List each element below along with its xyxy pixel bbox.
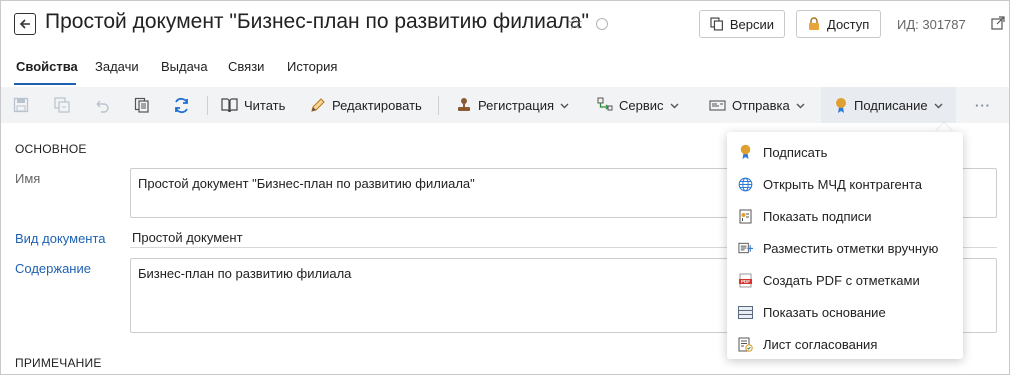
toolbar-divider xyxy=(438,96,439,115)
pencil-icon xyxy=(311,98,325,112)
menu-item-label: Показать подписи xyxy=(763,208,872,224)
tab-tasks[interactable]: Задачи xyxy=(95,59,139,74)
globe-icon xyxy=(738,177,753,192)
section-note-title: ПРИМЕЧАНИЕ xyxy=(15,356,102,370)
menu-item-sign[interactable]: Подписать xyxy=(727,136,963,168)
save-button[interactable] xyxy=(13,87,29,123)
copy-button[interactable] xyxy=(134,87,150,123)
name-value: Простой документ "Бизнес-план по развити… xyxy=(138,176,475,191)
tab-properties[interactable]: Свойства xyxy=(16,59,78,74)
lock-icon xyxy=(809,17,819,30)
edit-button[interactable]: Редактировать xyxy=(310,87,422,123)
menu-item-open-mchd[interactable]: Открыть МЧД контрагента xyxy=(727,168,963,200)
approval-sheet-icon xyxy=(738,337,753,352)
service-menu-button[interactable]: Сервис xyxy=(597,87,679,123)
place-marks-icon xyxy=(738,241,753,256)
edit-label: Редактировать xyxy=(332,97,422,113)
menu-item-label: Создать PDF с отметками xyxy=(763,272,920,288)
more-actions-button[interactable]: ··· xyxy=(975,87,991,123)
toolbar: Читать Редактировать Регистрация Сервис … xyxy=(1,87,1009,123)
tab-history[interactable]: История xyxy=(287,59,337,74)
stamp-icon xyxy=(458,98,470,111)
tab-bar: Свойства Задачи Выдача Связи История xyxy=(1,55,1009,85)
svg-text:PDF: PDF xyxy=(741,279,750,284)
toolbar-divider xyxy=(207,96,208,115)
tab-links[interactable]: Связи xyxy=(228,59,264,74)
read-label: Читать xyxy=(244,97,286,113)
copy-icon xyxy=(134,97,149,113)
undo-icon xyxy=(96,100,109,113)
access-label: Доступ xyxy=(827,16,870,32)
medal-icon xyxy=(836,97,846,113)
signing-label: Подписание xyxy=(854,97,928,113)
menu-item-label: Открыть МЧД контрагента xyxy=(763,176,922,192)
menu-item-label: Показать основание xyxy=(763,304,886,320)
section-main-title: ОСНОВНОЕ xyxy=(15,142,87,156)
document-lines-icon xyxy=(738,305,753,320)
pdf-icon: PDF xyxy=(738,273,753,288)
menu-item-place-marks[interactable]: Разместить отметки вручную xyxy=(727,232,963,264)
menu-item-approval-sheet[interactable]: Лист согласования xyxy=(727,328,963,360)
signature-certificate-icon xyxy=(738,209,753,224)
page-title: Простой документ "Бизнес-план по развити… xyxy=(45,10,589,33)
header: Простой документ "Бизнес-план по развити… xyxy=(1,1,1009,49)
document-card-window: Простой документ "Бизнес-план по развити… xyxy=(0,0,1010,375)
tab-issuance[interactable]: Выдача xyxy=(161,59,208,74)
name-label: Имя xyxy=(15,171,41,186)
service-flow-icon xyxy=(597,97,613,111)
content-label[interactable]: Содержание xyxy=(15,261,91,276)
refresh-icon xyxy=(175,97,188,113)
status-circle-icon[interactable] xyxy=(596,18,608,30)
back-button[interactable] xyxy=(14,13,36,35)
chevron-down-icon xyxy=(934,103,943,108)
versions-icon xyxy=(710,17,723,31)
versions-button[interactable]: Версии xyxy=(699,10,785,38)
read-button[interactable]: Читать xyxy=(221,87,285,123)
doc-type-label[interactable]: Вид документа xyxy=(15,231,106,246)
chevron-down-icon xyxy=(796,103,805,108)
menu-item-label: Подписать xyxy=(763,144,828,160)
open-external-icon[interactable] xyxy=(991,16,1005,30)
menu-item-show-basis[interactable]: Показать основание xyxy=(727,296,963,328)
doc-type-value[interactable]: Простой документ xyxy=(132,230,243,245)
menu-item-create-pdf[interactable]: PDF Создать PDF с отметками xyxy=(727,264,963,296)
medal-icon xyxy=(738,144,753,160)
signing-menu-button[interactable]: Подписание xyxy=(834,87,943,123)
active-tab-indicator xyxy=(14,83,76,85)
menu-item-label: Разместить отметки вручную xyxy=(763,240,939,256)
send-label: Отправка xyxy=(732,97,790,113)
access-button[interactable]: Доступ xyxy=(796,10,881,38)
save-icon xyxy=(13,97,29,113)
send-menu-button[interactable]: Отправка xyxy=(709,87,805,123)
undo-button[interactable] xyxy=(94,87,110,123)
save-and-close-button[interactable] xyxy=(54,87,70,123)
content-value: Бизнес-план по развитию филиала xyxy=(138,266,352,281)
menu-item-label: Лист согласования xyxy=(763,336,878,352)
service-label: Сервис xyxy=(619,97,664,113)
document-id: ИД: 301787 xyxy=(897,17,966,32)
book-icon xyxy=(221,98,238,113)
send-icon xyxy=(709,100,726,111)
registration-label: Регистрация xyxy=(478,97,554,113)
chevron-down-icon xyxy=(670,103,679,108)
signing-dropdown-menu: Подписать Открыть МЧД контрагента Показа… xyxy=(727,132,963,359)
arrow-left-icon xyxy=(19,19,30,29)
registration-menu-button[interactable]: Регистрация xyxy=(456,87,569,123)
menu-item-show-signatures[interactable]: Показать подписи xyxy=(727,200,963,232)
save-copy-icon xyxy=(54,97,70,113)
versions-label: Версии xyxy=(729,16,774,32)
favorite-star-icon[interactable]: ☆ xyxy=(567,13,583,34)
chevron-down-icon xyxy=(560,103,569,108)
refresh-button[interactable] xyxy=(173,87,190,123)
